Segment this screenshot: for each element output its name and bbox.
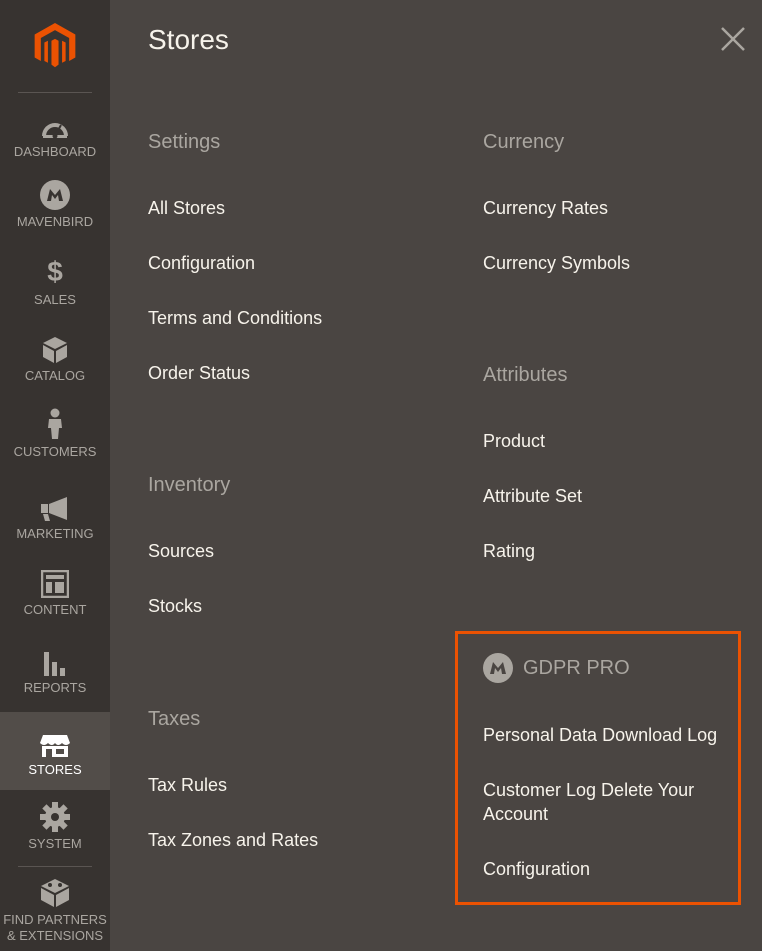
megaphone-icon — [40, 490, 70, 522]
link-customer-log-delete-account[interactable]: Customer Log Delete Your Account — [483, 778, 694, 826]
nav-item-reports[interactable]: REPORTS — [0, 644, 110, 702]
sidebar-divider — [18, 866, 92, 867]
nav-item-content[interactable]: CONTENT — [0, 566, 110, 624]
link-sources[interactable]: Sources — [148, 539, 214, 563]
page-title: Stores — [148, 24, 229, 55]
admin-sidebar: DASHBOARD MAVENBIRD $ SALES CATALOG CUST… — [0, 0, 110, 951]
section-title-currency: Currency — [483, 131, 565, 153]
mavenbird-icon — [40, 178, 70, 210]
dollar-icon: $ — [47, 256, 63, 287]
nav-label: MARKETING — [16, 526, 94, 541]
nav-label: STORES — [28, 761, 82, 777]
section-title-taxes: Taxes — [148, 708, 201, 730]
link-currency-symbols[interactable]: Currency Symbols — [483, 251, 630, 275]
cube-icon — [42, 332, 68, 364]
nav-label: CATALOG — [24, 368, 86, 383]
link-configuration[interactable]: Configuration — [148, 251, 255, 275]
nav-label: MAVENBIRD — [16, 214, 94, 229]
link-stocks[interactable]: Stocks — [148, 594, 202, 618]
link-terms-and-conditions[interactable]: Terms and Conditions — [148, 306, 322, 330]
storefront-icon — [39, 726, 71, 758]
link-order-status[interactable]: Order Status — [148, 361, 250, 385]
nav-item-stores[interactable]: STORES — [0, 712, 110, 790]
section-title-gdpr-pro: GDPR PRO — [483, 653, 630, 683]
nav-label: CONTENT — [23, 602, 87, 617]
nav-label: DASHBOARD — [13, 144, 97, 159]
link-gdpr-configuration[interactable]: Configuration — [483, 857, 590, 881]
link-tax-rules[interactable]: Tax Rules — [148, 773, 227, 797]
link-rating[interactable]: Rating — [483, 539, 535, 563]
dashboard-icon — [40, 108, 70, 140]
link-currency-rates[interactable]: Currency Rates — [483, 196, 608, 220]
magento-logo[interactable] — [0, 0, 110, 92]
gdpr-title-text: GDPR PRO — [523, 656, 630, 679]
link-tax-zones-and-rates[interactable]: Tax Zones and Rates — [148, 828, 318, 852]
nav-item-find-partners[interactable]: FIND PARTNERS & EXTENSIONS — [0, 876, 110, 948]
nav-label: SYSTEM — [28, 836, 82, 851]
link-text-line2: Account — [483, 804, 549, 824]
nav-item-marketing[interactable]: MARKETING — [0, 490, 110, 546]
close-icon — [721, 27, 745, 51]
nav-label: CUSTOMERS — [13, 444, 97, 459]
nav-label: REPORTS — [23, 680, 87, 695]
link-personal-data-download-log[interactable]: Personal Data Download Log — [483, 723, 717, 747]
layout-icon — [41, 566, 69, 598]
nav-item-catalog[interactable]: CATALOG — [0, 332, 110, 392]
sidebar-divider — [18, 92, 92, 93]
link-attribute-set[interactable]: Attribute Set — [483, 484, 582, 508]
nav-label-line2: & EXTENSIONS — [6, 928, 104, 943]
close-button[interactable] — [718, 24, 748, 54]
nav-item-sales[interactable]: $ SALES — [0, 256, 110, 312]
nav-label: SALES — [34, 292, 76, 307]
blocks-icon — [40, 876, 70, 908]
nav-item-customers[interactable]: CUSTOMERS — [0, 408, 110, 468]
stores-menu-panel: Stores Settings All Stores Configuration… — [110, 0, 762, 951]
link-product[interactable]: Product — [483, 429, 545, 453]
mavenbird-icon — [483, 653, 513, 683]
nav-item-dashboard[interactable]: DASHBOARD — [0, 108, 110, 168]
link-all-stores[interactable]: All Stores — [148, 196, 225, 220]
magento-logo-icon — [34, 23, 76, 68]
bar-chart-icon — [42, 644, 68, 676]
section-title-attributes: Attributes — [483, 364, 568, 386]
nav-label: FIND PARTNERS — [3, 912, 107, 927]
link-text-line1: Customer Log Delete Your — [483, 780, 695, 800]
section-title-settings: Settings — [148, 131, 221, 153]
gear-icon — [40, 800, 70, 832]
person-icon — [46, 408, 64, 440]
nav-item-system[interactable]: SYSTEM — [0, 800, 110, 858]
section-title-inventory: Inventory — [148, 474, 231, 496]
nav-item-mavenbird[interactable]: MAVENBIRD — [0, 178, 110, 238]
